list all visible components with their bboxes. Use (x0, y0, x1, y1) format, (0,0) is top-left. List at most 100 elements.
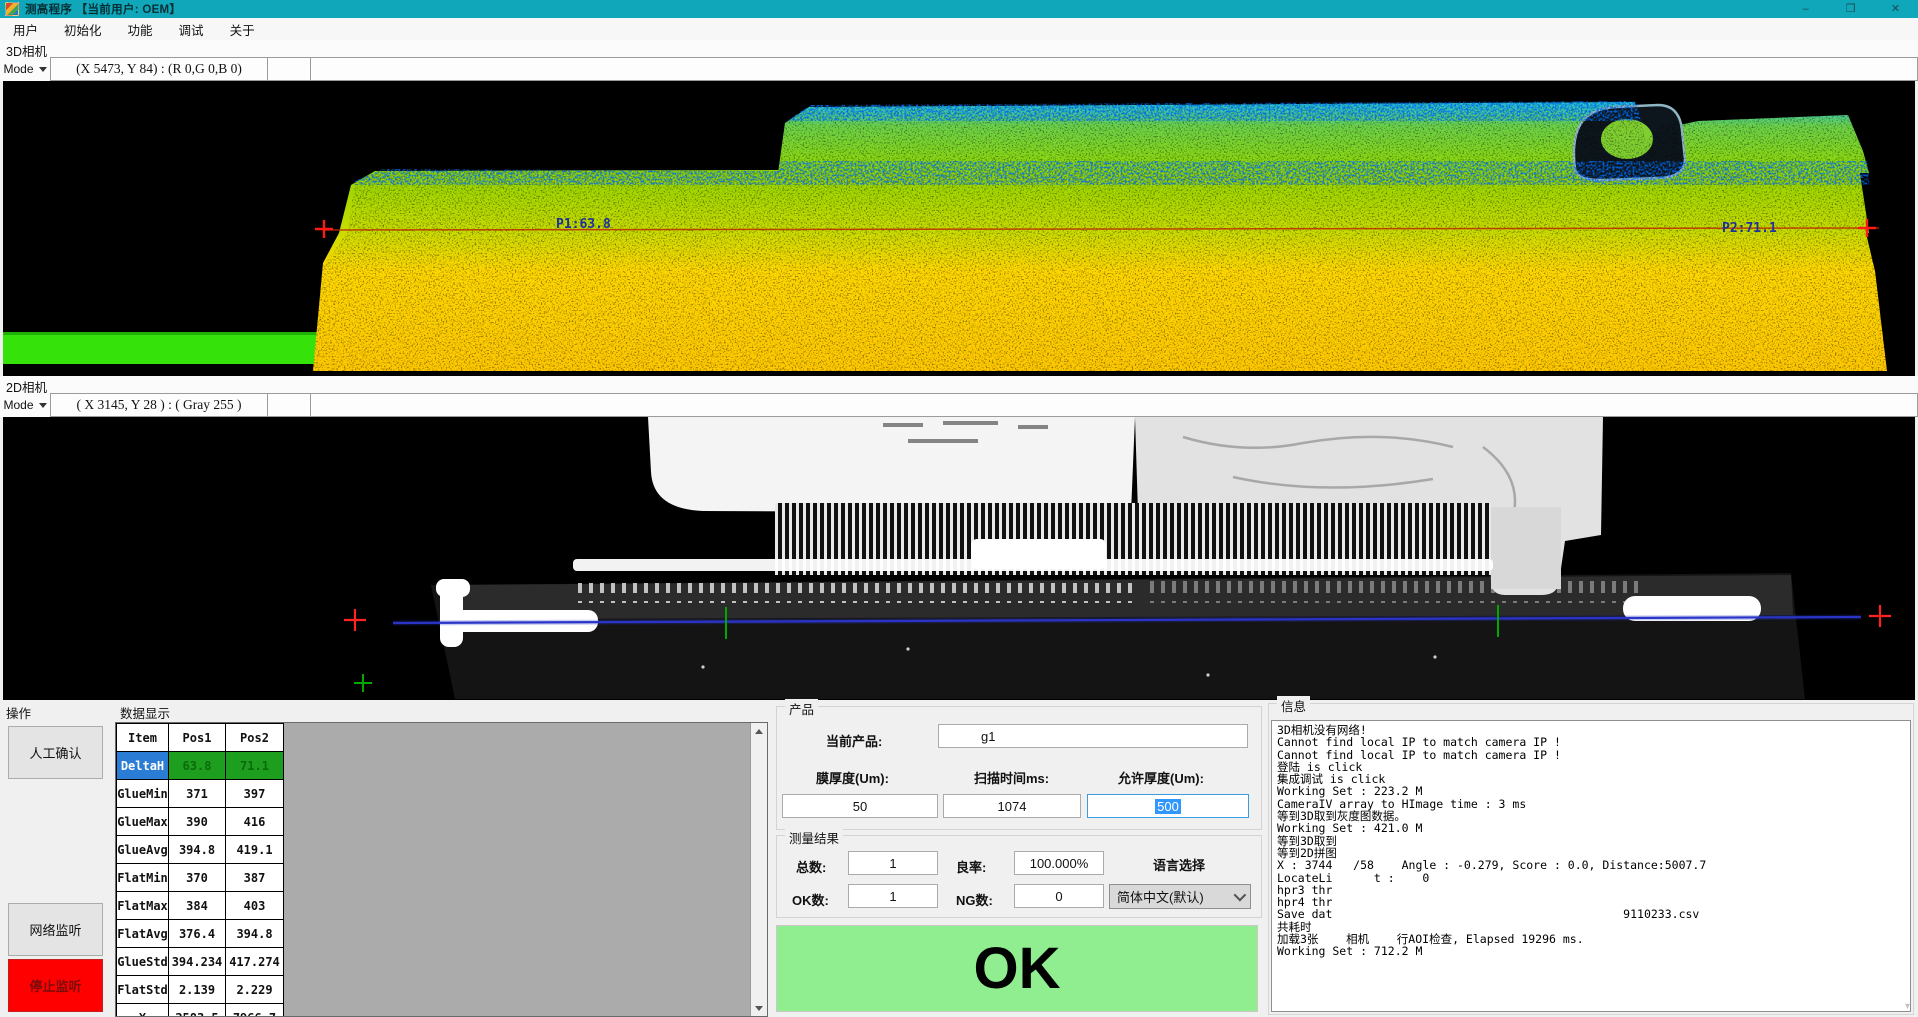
table-cell-pos1[interactable]: 370 (169, 864, 226, 892)
table-cell-pos1[interactable]: 384 (169, 892, 226, 920)
table-cell-item[interactable]: FlatMin (117, 864, 169, 892)
film-thickness-value: 50 (853, 799, 867, 814)
menu-item[interactable]: 功能 (115, 18, 166, 41)
log-line: Working Set : 421.0 M (1277, 822, 1910, 834)
menu-item[interactable]: 关于 (217, 18, 268, 41)
ng-count-label: NG数: (956, 890, 993, 909)
log-line: 等到3D取到 (1277, 835, 1910, 847)
camera2d-toolbar: Mode ( X 3145, Y 28 ) : ( Gray 255 ) (0, 393, 1918, 417)
total-input[interactable]: 1 (848, 851, 938, 875)
grayscale-image (3, 417, 1915, 700)
column-header-item[interactable]: Item (117, 724, 169, 752)
table-row: GlueStd 394.234 417.274 (117, 948, 284, 976)
menu-item[interactable]: 用户 (0, 18, 51, 41)
stop-listen-button[interactable]: 停止监听 (8, 959, 103, 1012)
scroll-up-icon[interactable] (751, 723, 767, 739)
ok-count-label: OK数: (792, 890, 829, 909)
scroll-down-icon[interactable] (751, 1000, 767, 1016)
dropdown-arrow-icon (39, 67, 47, 72)
maximize-icon[interactable]: ❐ (1828, 0, 1873, 18)
chevron-down-icon (1234, 889, 1247, 902)
log-scroll-icon[interactable]: ▾ (1905, 1001, 1910, 1012)
window-title: 测高程序 【当前用户: OEM】 (25, 1, 181, 17)
log-line: Cannot find local IP to match camera IP … (1277, 749, 1910, 761)
column-header-pos2[interactable]: Pos2 (226, 724, 284, 752)
white-tab (971, 539, 1106, 569)
current-product-input[interactable]: g1 (938, 724, 1248, 748)
table-cell-item[interactable]: FlatStd (117, 976, 169, 1004)
table-cell-pos2[interactable]: 403 (226, 892, 284, 920)
table-scrollbar[interactable] (750, 723, 767, 1016)
language-select-label: 语言选择 (1153, 855, 1205, 874)
camera2d-mode-dropdown[interactable]: Mode (0, 393, 50, 417)
menu-item[interactable]: 调试 (166, 18, 217, 41)
table-cell-pos2[interactable]: 387 (226, 864, 284, 892)
table-cell-item[interactable]: GlueMax (117, 808, 169, 836)
operations-label: 操作 (6, 703, 31, 722)
table-cell-pos2[interactable]: 71.1 (226, 752, 284, 780)
log-line: hpr3 thr (1277, 884, 1910, 896)
table-row: GlueMax 390 416 (117, 808, 284, 836)
scan-time-input[interactable]: 1074 (943, 794, 1081, 818)
yield-input[interactable]: 100.000% (1014, 851, 1104, 875)
product-label: 产品 (785, 699, 818, 718)
manual-confirm-button[interactable]: 人工确认 (8, 726, 103, 779)
allow-thickness-input[interactable]: 500 (1087, 794, 1249, 818)
film-thickness-input[interactable]: 50 (782, 794, 938, 818)
table-cell-item[interactable]: FlatAvg (117, 920, 169, 948)
table-header-row: Item Pos1 Pos2 (117, 724, 284, 752)
close-icon[interactable]: ✕ (1873, 0, 1918, 18)
table-row: FlatStd 2.139 2.229 (117, 976, 284, 1004)
table-cell-item[interactable]: GlueAvg (117, 836, 169, 864)
table-cell-item[interactable]: X (117, 1004, 169, 1017)
statusbar-segment (311, 393, 1918, 417)
table-cell-pos2[interactable]: 2.229 (226, 976, 284, 1004)
table-cell-item[interactable]: FlatMax (117, 892, 169, 920)
table-row: FlatMax 384 403 (117, 892, 284, 920)
table-cell-pos1[interactable]: 2.139 (169, 976, 226, 1004)
table-cell-item[interactable]: GlueMin (117, 780, 169, 808)
table-cell-pos2[interactable]: 416 (226, 808, 284, 836)
camera2d-view[interactable] (3, 417, 1915, 700)
log-output[interactable]: 3D相机没有网络!Cannot find local IP to match c… (1271, 720, 1911, 1012)
camera3d-view[interactable]: P1:63.8 P2:71.1 (3, 81, 1915, 376)
column-header-pos1[interactable]: Pos1 (169, 724, 226, 752)
table-cell-pos1[interactable]: 376.4 (169, 920, 226, 948)
mode-label: Mode (3, 62, 33, 76)
data-display-label: 数据显示 (120, 703, 170, 722)
info-label: 信息 (1277, 696, 1310, 715)
camera3d-mode-dropdown[interactable]: Mode (0, 57, 50, 81)
table-cell-pos2[interactable]: 7966.7 (226, 1004, 284, 1017)
yield-label: 良率: (956, 857, 986, 876)
table-cell-item[interactable]: DeltaH (117, 752, 169, 780)
table-cell-pos1[interactable]: 63.8 (169, 752, 226, 780)
language-dropdown[interactable]: 简体中文(默认) (1109, 884, 1251, 909)
info-groupbox: 信息 3D相机没有网络!Cannot find local IP to matc… (1268, 703, 1914, 1015)
table-row: X 2583.5 7966.7 (117, 1004, 284, 1017)
table-cell-item[interactable]: GlueStd (117, 948, 169, 976)
table-cell-pos2[interactable]: 394.8 (226, 920, 284, 948)
window-controls: – ❐ ✕ (1783, 0, 1918, 18)
dust-dot (1433, 655, 1436, 658)
table-cell-pos1[interactable]: 2583.5 (169, 1004, 226, 1017)
ng-count-input[interactable]: 0 (1014, 884, 1104, 908)
menu-item[interactable]: 初始化 (51, 18, 115, 41)
table-cell-pos2[interactable]: 417.274 (226, 948, 284, 976)
log-line: Cannot find local IP to match camera IP … (1277, 736, 1910, 748)
p2-annotation: P2:71.1 (1722, 221, 1777, 236)
total-label: 总数: (796, 857, 826, 876)
table-cell-pos1[interactable]: 394.234 (169, 948, 226, 976)
minimize-icon[interactable]: – (1783, 0, 1828, 18)
table-cell-pos1[interactable]: 394.8 (169, 836, 226, 864)
heightmap-image (3, 81, 1915, 376)
network-listen-button[interactable]: 网络监听 (8, 903, 103, 956)
ok-count-input[interactable]: 1 (848, 884, 938, 908)
scan-time-label: 扫描时间ms: (974, 768, 1049, 787)
table-cell-pos2[interactable]: 419.1 (226, 836, 284, 864)
table-cell-pos1[interactable]: 390 (169, 808, 226, 836)
statusbar-segment (268, 57, 311, 81)
table-cell-pos1[interactable]: 371 (169, 780, 226, 808)
results-groupbox: 测量结果 总数: 1 良率: 100.000% 语言选择 OK数: 1 NG数:… (776, 835, 1262, 918)
total-value: 1 (889, 856, 896, 871)
table-cell-pos2[interactable]: 397 (226, 780, 284, 808)
